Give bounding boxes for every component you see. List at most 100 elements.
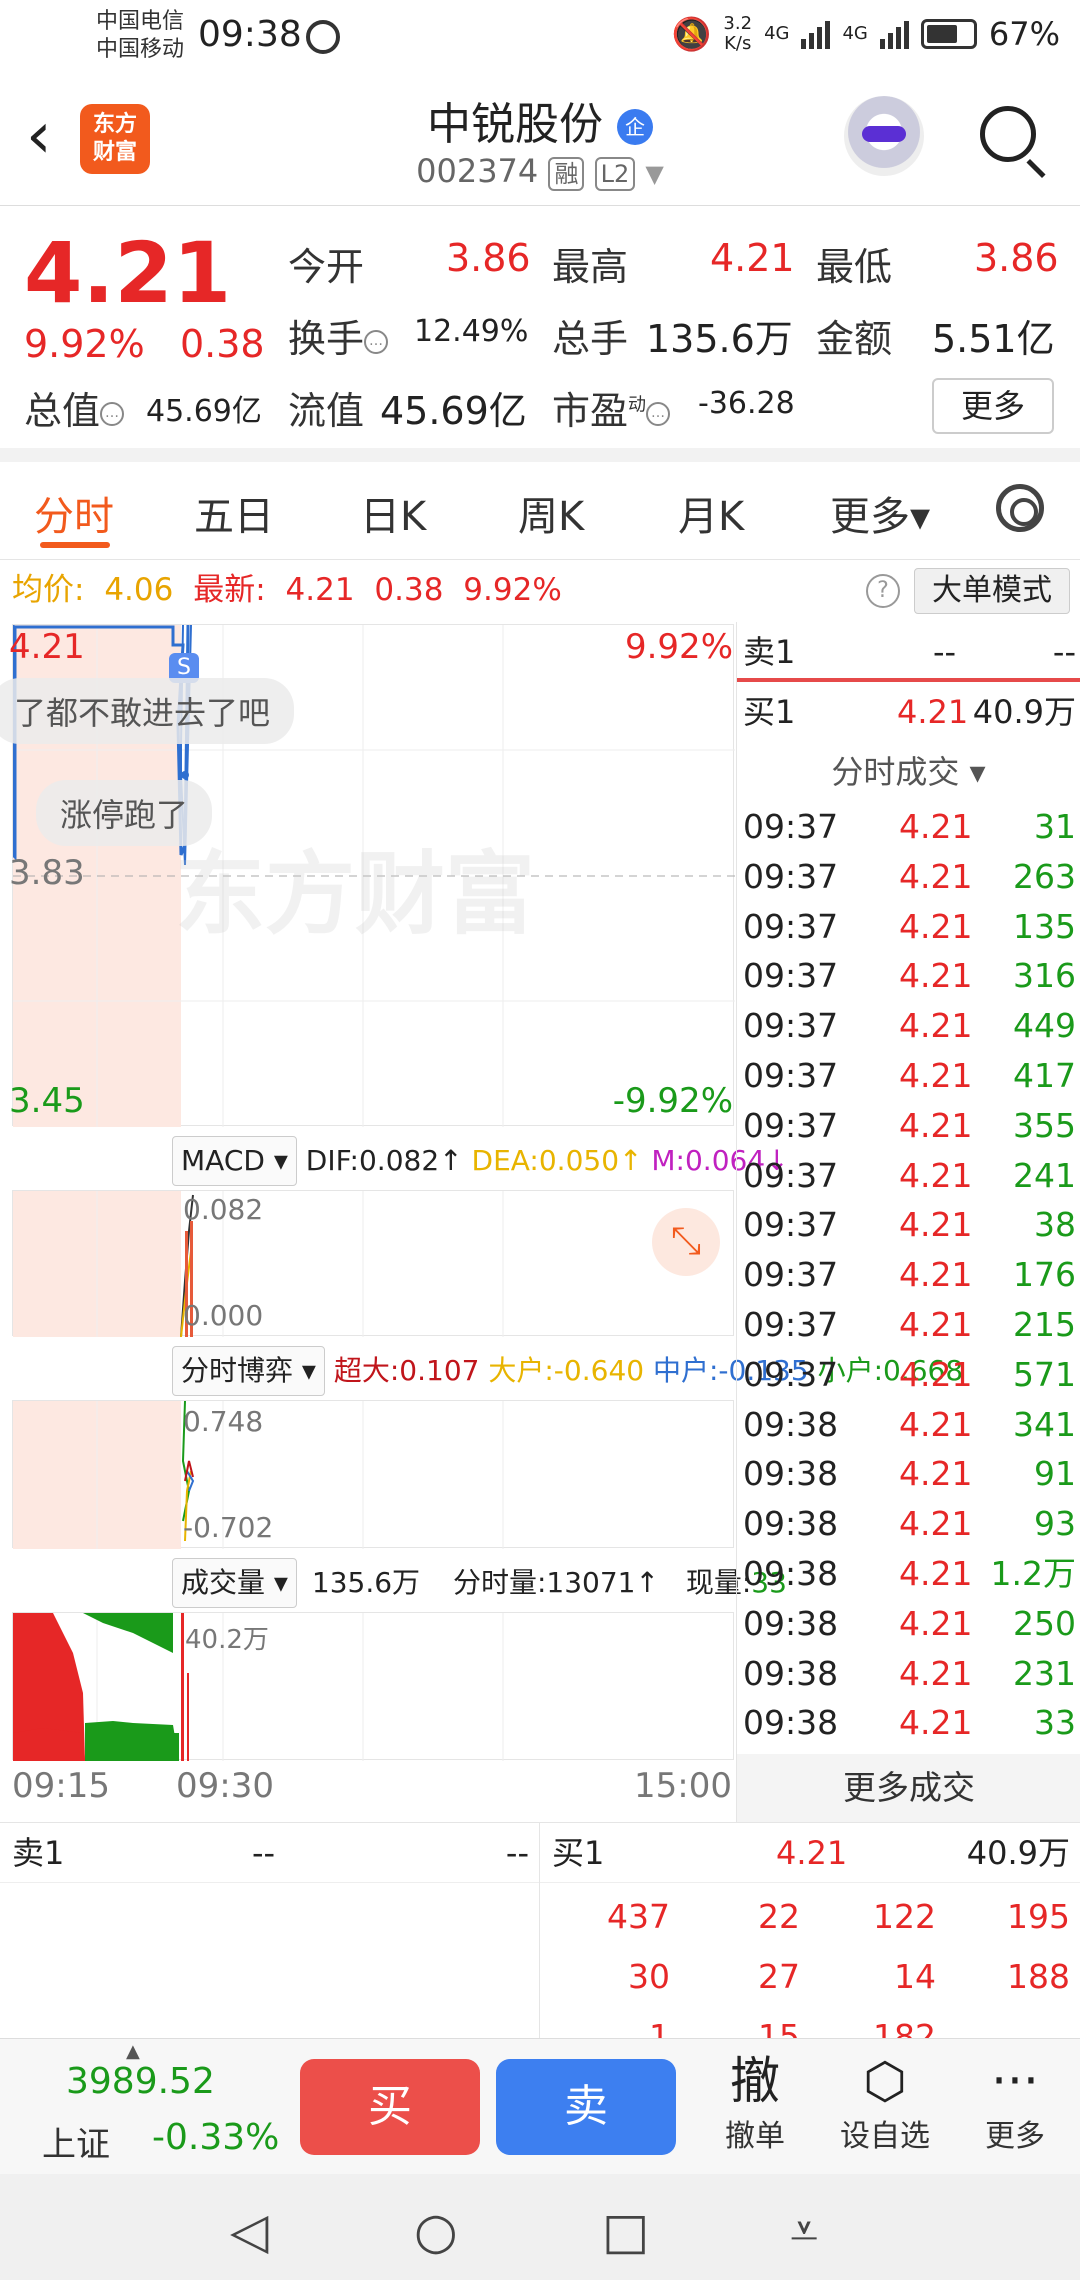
tab-more[interactable]: 更多▾ (830, 484, 930, 542)
trade-volume: 449 (1013, 1006, 1076, 1046)
trade-price: 4.21 (899, 1006, 973, 1046)
nav-home-icon[interactable]: ○ (414, 2202, 458, 2260)
volume-selector[interactable]: 成交量 ▾ (172, 1558, 297, 1608)
volume-chart[interactable]: 40.2万 (12, 1612, 734, 1761)
more-trades-button[interactable]: 更多成交 (737, 1754, 1080, 1822)
more-actions-button[interactable]: ··· 更多 (960, 2051, 1070, 2155)
game-selector[interactable]: 分时博弈 ▾ (172, 1346, 325, 1396)
help-icon[interactable]: ? (866, 574, 900, 608)
trade-volume: 241 (1013, 1155, 1076, 1195)
cancel-order-button[interactable]: 撤 撤单 (700, 2051, 810, 2155)
trade-price: 4.21 (899, 1404, 973, 1444)
index-value[interactable]: 3989.52 (66, 2061, 215, 2102)
trade-time: 09:38 (743, 1454, 839, 1494)
macd-chart[interactable]: 0.082 0.000 (12, 1190, 734, 1337)
carrier-1: 中国电信 (96, 9, 185, 34)
gear-icon[interactable] (996, 484, 1044, 532)
net-speed: 3.2 K/s (723, 14, 752, 54)
trade-price: 4.21 (899, 1354, 973, 1394)
game-chart[interactable]: 0.748 -0.702 (12, 1400, 734, 1549)
trade-row: 09:37 4.21 355 (737, 1101, 1080, 1151)
high-value: 4.21 (710, 236, 795, 280)
volume-label: 总手 (552, 317, 629, 361)
search-icon[interactable] (980, 106, 1036, 162)
active-tab-indicator (40, 542, 110, 548)
network-type-2: 4G (842, 23, 868, 44)
carrier-names: 中国电信 中国移动 (96, 8, 184, 64)
order-book: 卖1 -- -- 买1 4.21 40.9万 437 22 122 195 30 27 14… (0, 1822, 1080, 2038)
level2-tag: L2 (594, 157, 636, 191)
comment-bubble[interactable]: 涨停跑了 (36, 780, 213, 846)
trade-price: 4.21 (899, 1205, 973, 1245)
chart-bottom-pct: -9.92% (612, 1081, 733, 1121)
trade-list: 09:37 4.21 31 09:37 4.21 263 09:37 4.21 135 09:37… (737, 802, 1080, 1748)
buy1-row: 买1 4.21 40.9万 (737, 682, 1080, 742)
tab-intraday[interactable]: 分时 (34, 484, 114, 542)
comment-bubble[interactable]: 了都不敢进去了吧 (0, 678, 295, 744)
trade-row: 09:37 4.21 215 (737, 1300, 1080, 1350)
nav-recent-icon[interactable]: □ (602, 2202, 649, 2260)
info-icon[interactable]: … (364, 329, 389, 354)
buy-button[interactable]: 买 (300, 2059, 480, 2155)
stock-code-row[interactable]: 002374 融 L2 ▼ (0, 152, 1080, 191)
buy1-price: 4.21 (897, 693, 969, 731)
tab-five-day[interactable]: 五日 (194, 484, 274, 542)
float-value: 45.69亿 (380, 389, 527, 433)
trade-volume: 38 (1034, 1205, 1076, 1245)
info-icon[interactable]: … (100, 401, 125, 426)
queue-order-size: 22 (758, 1897, 800, 1936)
trade-row: 09:38 4.21 33 (737, 1698, 1080, 1748)
queue-order-size: 14 (894, 1957, 936, 1996)
trade-list-selector[interactable]: 分时成交 ▾ (737, 742, 1080, 802)
trade-panel: 卖1 -- -- 买1 4.21 40.9万 分时成交 ▾ 09:37 4.21 3… (736, 622, 1080, 1822)
trade-price: 4.21 (899, 1155, 973, 1195)
sell1-volume: -- (1052, 633, 1076, 671)
index-name[interactable]: 上证 (42, 2117, 110, 2166)
more-quote-button[interactable]: 更多 (932, 378, 1054, 434)
turnover-label-text: 换手 (288, 317, 365, 361)
trade-time: 09:37 (743, 1006, 839, 1046)
sell-button[interactable]: 卖 (496, 2059, 676, 2155)
trade-time: 09:37 (743, 1155, 839, 1195)
change-amount: 0.38 (180, 322, 265, 366)
expand-icon[interactable]: ⤡ (652, 1208, 720, 1276)
trade-price: 4.21 (899, 1304, 973, 1344)
trade-volume: 135 (1013, 906, 1076, 946)
quote-panel: 4.21 9.92% 0.38 今开 3.86 最高 4.21 最低 3.86 … (0, 206, 1080, 456)
net-speed-unit: K/s (724, 33, 752, 54)
book-buy1-label: 买1 (552, 1834, 605, 1872)
stock-header: ‹ 东方 财富 中锐股份 企 002374 融 L2 ▼ (0, 76, 1080, 206)
nav-back-icon[interactable]: ◁ (230, 2202, 268, 2260)
game-svg (13, 1401, 504, 1549)
macd-selector[interactable]: MACD ▾ (172, 1136, 297, 1186)
trade-price: 4.21 (899, 1454, 973, 1494)
trade-time: 09:38 (743, 1603, 839, 1643)
trade-row: 09:38 4.21 93 (737, 1499, 1080, 1549)
macd-dif: DIF:0.082↑ (305, 1144, 463, 1177)
add-watchlist-button[interactable]: ⬡ 设自选 (830, 2051, 940, 2155)
battery-icon (920, 19, 977, 49)
tab-weekly-k[interactable]: 周K (518, 484, 584, 542)
queue-order-size: 1 (649, 2017, 670, 2038)
watchlist-label: 设自选 (840, 2119, 930, 2154)
latest-label: 最新: (193, 572, 266, 608)
assistant-robot-icon[interactable] (844, 96, 924, 176)
nav-notification-icon[interactable]: ⩡ (790, 2202, 818, 2261)
trade-time: 09:38 (743, 1653, 839, 1693)
buy1-volume: 40.9万 (972, 693, 1076, 731)
volume-bar (173, 1733, 179, 1761)
status-right: 🔕 3.2 K/s 4G 4G 67% (672, 14, 1060, 54)
turnover-value: 12.49% (414, 314, 529, 349)
big-order-mode-button[interactable]: 大单模式 (914, 568, 1070, 614)
mktcap-label: 总值… (24, 380, 125, 435)
open-value: 3.86 (446, 236, 531, 280)
info-icon[interactable]: … (646, 401, 671, 426)
tab-daily-k[interactable]: 日K (360, 484, 426, 542)
trade-row: 09:38 4.21 231 (737, 1649, 1080, 1699)
time-mid: 09:30 (176, 1766, 274, 1806)
tab-monthly-k[interactable]: 月K (678, 484, 744, 542)
index-percent[interactable]: -0.33% (152, 2117, 279, 2158)
trade-volume: 91 (1034, 1454, 1076, 1494)
mktcap-label-text: 总值 (24, 389, 101, 433)
book-buy1-volume: 40.9万 (966, 1834, 1070, 1872)
